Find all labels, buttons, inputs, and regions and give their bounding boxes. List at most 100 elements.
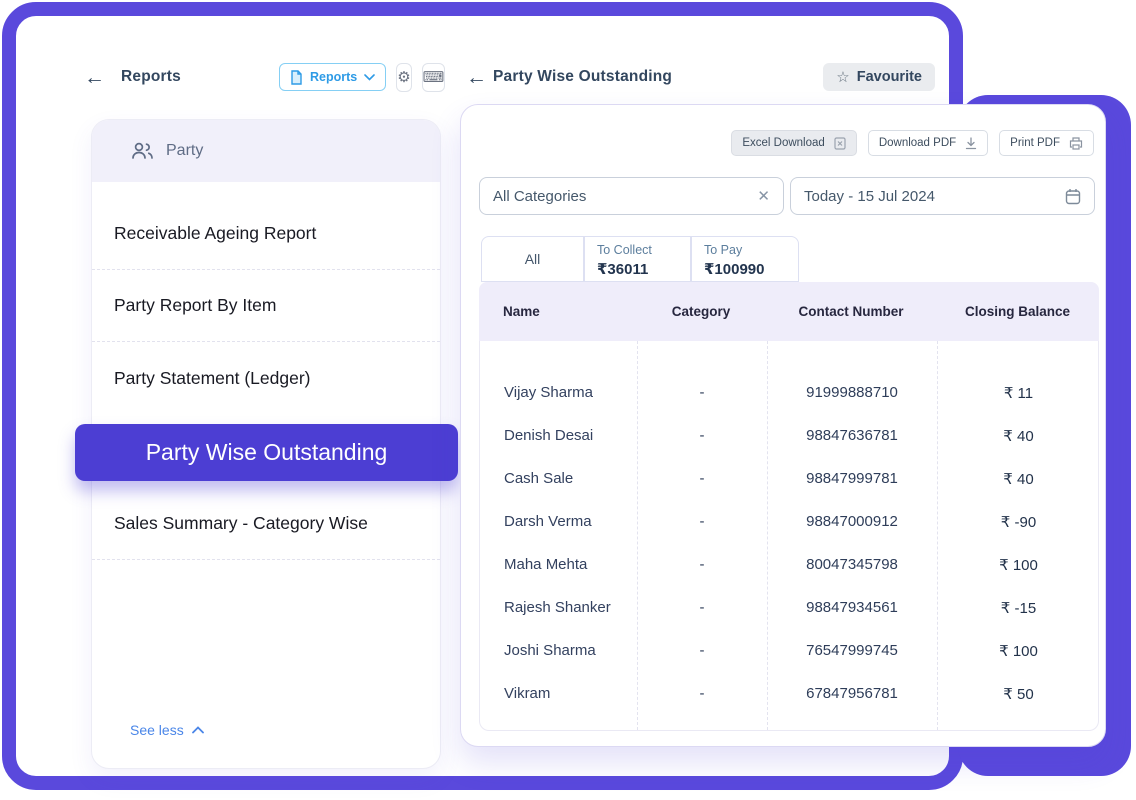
chevron-down-icon — [364, 74, 375, 81]
column-header-name: Name — [479, 304, 636, 319]
favourite-label: Favourite — [857, 69, 922, 85]
column-header-closing-balance: Closing Balance — [936, 304, 1099, 319]
tab-to-pay[interactable]: To Pay ₹100990 — [691, 236, 799, 282]
sidebar-item-sales-summary[interactable]: Sales Summary - Category Wise — [92, 488, 440, 560]
party-section-header: Party — [92, 120, 440, 182]
category-filter[interactable]: All Categories ✕ — [479, 177, 784, 215]
table-row[interactable]: Vijay Sharma - 91999888710 ₹ 11 — [480, 371, 1098, 414]
back-icon[interactable]: ← — [78, 63, 111, 92]
cell-name: Joshi Sharma — [480, 642, 637, 659]
to-pay-value: ₹100990 — [704, 260, 786, 278]
excel-file-icon — [834, 137, 846, 150]
excel-download-label: Excel Download — [742, 137, 824, 149]
printer-icon — [1069, 137, 1083, 150]
sidebar-item-party-statement[interactable]: Party Statement (Ledger) — [92, 342, 440, 414]
excel-download-button[interactable]: Excel Download — [731, 130, 856, 156]
document-icon — [290, 70, 303, 85]
sidebar-item-receivable-ageing[interactable]: Receivable Ageing Report — [92, 198, 440, 270]
cell-category: - — [637, 599, 767, 616]
cell-name: Vijay Sharma — [480, 384, 637, 401]
page-title-reports: Reports — [121, 68, 181, 86]
cell-closing-balance: ₹ 100 — [937, 556, 1099, 574]
table-row[interactable]: Joshi Sharma - 76547999745 ₹ 100 — [480, 629, 1098, 672]
cell-name: Cash Sale — [480, 470, 637, 487]
cell-contact-number: 98847999781 — [767, 470, 937, 487]
cell-contact-number: 76547999745 — [767, 642, 937, 659]
column-divider — [937, 341, 938, 730]
star-icon: ☆ — [836, 68, 849, 86]
party-section-title: Party — [166, 142, 203, 160]
favourite-button[interactable]: ☆ Favourite — [823, 63, 935, 91]
cell-category: - — [637, 427, 767, 444]
calendar-icon — [1065, 188, 1081, 205]
gear-icon[interactable]: ⚙ — [396, 63, 411, 92]
table-row[interactable]: Denish Desai - 98847636781 ₹ 40 — [480, 414, 1098, 457]
cell-name: Maha Mehta — [480, 556, 637, 573]
cell-category: - — [637, 470, 767, 487]
app-window: ← Reports Reports ⚙ ⌨ ← Party Wise Outst… — [0, 0, 1136, 800]
cell-contact-number: 98847000912 — [767, 513, 937, 530]
see-less-label: See less — [130, 722, 184, 738]
cell-contact-number: 80047345798 — [767, 556, 937, 573]
to-collect-value: ₹36011 — [597, 260, 678, 278]
cell-closing-balance: ₹ 40 — [937, 427, 1099, 445]
category-filter-value: All Categories — [493, 188, 586, 205]
dropdown-selected-label: Reports — [310, 70, 357, 84]
print-pdf-button[interactable]: Print PDF — [999, 130, 1094, 156]
column-header-contact-number: Contact Number — [766, 304, 936, 319]
cell-name: Denish Desai — [480, 427, 637, 444]
cell-closing-balance: ₹ -90 — [937, 513, 1099, 531]
cell-closing-balance: ₹ -15 — [937, 599, 1099, 617]
cell-name: Vikram — [480, 685, 637, 702]
back-icon[interactable]: ← — [460, 63, 493, 92]
download-pdf-label: Download PDF — [879, 137, 956, 149]
export-toolbar: Excel Download Download PDF Print PDF — [731, 130, 1094, 156]
table-row[interactable]: Vikram - 67847956781 ₹ 50 — [480, 672, 1098, 715]
chevron-up-icon — [192, 726, 204, 734]
table-row[interactable]: Cash Sale - 98847999781 ₹ 40 — [480, 457, 1098, 500]
cell-name: Darsh Verma — [480, 513, 637, 530]
download-icon — [965, 137, 977, 150]
cell-category: - — [637, 685, 767, 702]
cell-contact-number: 98847636781 — [767, 427, 937, 444]
table-body: Vijay Sharma - 91999888710 ₹ 11 Denish D… — [479, 341, 1099, 731]
to-collect-label: To Collect — [597, 243, 678, 257]
to-pay-label: To Pay — [704, 243, 786, 257]
filter-row: All Categories ✕ Today - 15 Jul 2024 — [479, 177, 1095, 215]
cell-closing-balance: ₹ 11 — [937, 384, 1099, 402]
table-row[interactable]: Darsh Verma - 98847000912 ₹ -90 — [480, 500, 1098, 543]
cell-closing-balance: ₹ 40 — [937, 470, 1099, 488]
cell-category: - — [637, 642, 767, 659]
cell-closing-balance: ₹ 50 — [937, 685, 1099, 703]
summary-tabs: All To Collect ₹36011 To Pay ₹100990 — [481, 236, 799, 282]
sidebar-item-party-wise-outstanding-active[interactable]: Party Wise Outstanding — [75, 424, 458, 481]
see-less-button[interactable]: See less — [130, 722, 204, 738]
report-list-card: Party Receivable Ageing Report Party Rep… — [91, 119, 441, 769]
download-pdf-button[interactable]: Download PDF — [868, 130, 988, 156]
cell-category: - — [637, 384, 767, 401]
date-range-value: Today - 15 Jul 2024 — [804, 188, 935, 205]
tab-to-collect[interactable]: To Collect ₹36011 — [584, 236, 691, 282]
report-type-dropdown[interactable]: Reports — [279, 63, 386, 91]
cell-category: - — [637, 513, 767, 530]
page-title-report: Party Wise Outstanding — [493, 68, 672, 86]
cell-contact-number: 67847956781 — [767, 685, 937, 702]
table-header: Name Category Contact Number Closing Bal… — [479, 282, 1099, 341]
column-divider — [767, 341, 768, 730]
report-list: Receivable Ageing Report Party Report By… — [92, 182, 440, 560]
cell-contact-number: 98847934561 — [767, 599, 937, 616]
keyboard-icon[interactable]: ⌨ — [422, 63, 446, 92]
column-divider — [637, 341, 638, 730]
tab-all[interactable]: All — [481, 236, 584, 282]
reports-header: ← Reports Reports ⚙ ⌨ — [78, 57, 438, 97]
cell-category: - — [637, 556, 767, 573]
sidebar-item-party-report-by-item[interactable]: Party Report By Item — [92, 270, 440, 342]
party-people-icon — [130, 141, 154, 161]
report-detail-header: ← Party Wise Outstanding ☆ Favourite — [460, 57, 935, 97]
table-row[interactable]: Rajesh Shanker - 98847934561 ₹ -15 — [480, 586, 1098, 629]
clear-category-icon[interactable]: ✕ — [757, 187, 770, 205]
table-row[interactable]: Maha Mehta - 80047345798 ₹ 100 — [480, 543, 1098, 586]
date-range-filter[interactable]: Today - 15 Jul 2024 — [790, 177, 1095, 215]
column-header-category: Category — [636, 304, 766, 319]
party-wise-outstanding-card: Excel Download Download PDF Print PDF — [460, 104, 1106, 747]
